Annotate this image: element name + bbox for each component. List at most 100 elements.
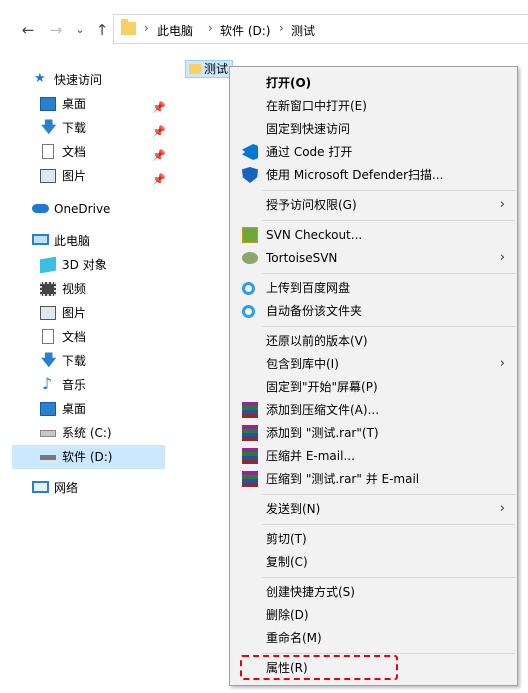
desktop-icon [40,402,56,416]
sidebar-item-documents-pc[interactable]: 文档 [12,325,165,349]
menu-item-compress-email[interactable]: 压缩并 E-mail... [232,445,515,467]
menu-item-compress-rar-email[interactable]: 压缩到 "测试.rar" 并 E-mail [232,468,515,490]
desktop-icon [40,97,56,111]
menu-item-copy[interactable]: 复制(C) [232,551,515,573]
menu-item-delete[interactable]: 删除(D) [232,604,515,626]
menu-item-label: 重命名(M) [266,631,322,645]
sidebar-item-label: 音乐 [62,378,87,392]
menu-item-label: 添加到 "测试.rar"(T) [266,426,379,440]
navigation-pane: ★ 快速访问 桌面 📌 🡇 下载 📌 文档 📌 图片 📌 OneDrive 此电… [0,60,168,693]
sidebar-item-drive-d[interactable]: 软件 (D:) [12,445,165,469]
sidebar-item-label: 3D 对象 [62,258,107,272]
submenu-arrow-icon: › [499,197,505,212]
menu-item-label: 固定到快速访问 [266,122,351,136]
pictures-icon [40,306,56,320]
sidebar-item-quick-access[interactable]: ★ 快速访问 [12,68,165,92]
menu-item-auto-backup[interactable]: 自动备份该文件夹 [232,300,515,322]
computer-icon [32,234,49,245]
breadcrumb-separator: › [279,21,284,35]
menu-item-label: 打开(O) [266,76,312,90]
sidebar-item-label: 快速访问 [54,73,103,87]
menu-item-pin-to-start[interactable]: 固定到"开始"屏幕(P) [232,376,515,398]
sidebar-item-label: 此电脑 [54,234,91,248]
menu-item-rename[interactable]: 重命名(M) [232,627,515,649]
folder-item[interactable]: 测试 [185,60,233,78]
sidebar-item-network[interactable]: 网络 [12,476,165,500]
sidebar-item-label: 桌面 [62,97,87,111]
sidebar-item-label: 文档 [62,145,87,159]
sidebar-item-pictures-pc[interactable]: 图片 [12,301,165,325]
sidebar-item-downloads[interactable]: 🡇 下载 📌 [12,116,166,140]
winrar-icon [242,402,258,418]
menu-separator [262,273,515,274]
cube-icon [40,256,56,274]
sidebar-item-desktop[interactable]: 桌面 📌 [12,92,166,116]
network-icon [32,481,49,493]
menu-separator [262,524,515,525]
folder-icon [189,64,201,74]
menu-item-pin-quick-access[interactable]: 固定到快速访问 [232,118,515,140]
menu-item-upload-baidu[interactable]: 上传到百度网盘 [232,277,515,299]
menu-item-label: 复制(C) [266,555,308,569]
vscode-icon [242,144,258,160]
sidebar-item-music[interactable]: ♪ 音乐 [12,373,165,397]
menu-item-label: 在新窗口中打开(E) [266,99,367,113]
context-menu: 打开(O) 在新窗口中打开(E) 固定到快速访问 通过 Code 打开 使用 M… [229,66,518,686]
menu-item-label: 使用 Microsoft Defender扫描... [266,168,444,182]
menu-separator [262,190,515,191]
menu-item-label: 自动备份该文件夹 [266,304,363,318]
sidebar-item-downloads-pc[interactable]: 🡇 下载 [12,349,165,373]
menu-item-label: 删除(D) [266,608,309,622]
menu-item-label: 包含到库中(I) [266,357,339,371]
sidebar-item-label: 下载 [62,354,87,368]
menu-item-defender-scan[interactable]: 使用 Microsoft Defender扫描... [232,164,515,186]
menu-item-add-to-archive[interactable]: 添加到压缩文件(A)... [232,399,515,421]
up-arrow-icon[interactable]: ↑ [92,19,112,41]
menu-item-give-access[interactable]: 授予访问权限(G) › [232,194,515,216]
sidebar-item-onedrive[interactable]: OneDrive [12,197,165,221]
menu-item-open[interactable]: 打开(O) [232,72,515,94]
submenu-arrow-icon: › [499,356,505,371]
breadcrumb-separator: › [144,21,149,35]
back-arrow-icon[interactable]: ← [18,19,38,41]
menu-item-open-new-window[interactable]: 在新窗口中打开(E) [232,95,515,117]
sidebar-item-label: 下载 [62,121,87,135]
sidebar-item-videos[interactable]: 视频 [12,277,165,301]
menu-item-label: TortoiseSVN [266,251,338,265]
sidebar-item-3d-objects[interactable]: 3D 对象 [12,253,165,277]
cloud-icon [32,204,49,213]
winrar-icon [242,471,258,487]
menu-item-cut[interactable]: 剪切(T) [232,528,515,550]
menu-item-add-to-rar[interactable]: 添加到 "测试.rar"(T) [232,422,515,444]
breadcrumb-separator: › [208,21,213,35]
sidebar-item-label: 桌面 [62,402,87,416]
menu-item-restore-versions[interactable]: 还原以前的版本(V) [232,330,515,352]
breadcrumb-drive-d[interactable]: 软件 (D:) [220,22,270,39]
sidebar-item-pictures[interactable]: 图片 📌 [12,164,166,188]
document-icon [42,329,54,344]
menu-item-send-to[interactable]: 发送到(N) › [232,498,515,520]
address-bar[interactable]: › 此电脑 › 软件 (D:) › 测试 [113,14,528,44]
menu-item-tortoisesvn[interactable]: TortoiseSVN › [232,247,515,269]
tortoise-icon [242,252,258,264]
pin-icon: 📌 [152,173,166,186]
menu-item-label: 通过 Code 打开 [266,145,353,159]
shield-icon [242,167,258,183]
sidebar-item-desktop-pc[interactable]: 桌面 [12,397,165,421]
recent-locations-dropdown-icon[interactable]: ⌄ [70,19,90,41]
menu-item-svn-checkout[interactable]: SVN Checkout... [232,224,515,246]
menu-separator [262,220,515,221]
forward-arrow-icon[interactable]: → [46,19,66,41]
sidebar-item-this-pc[interactable]: 此电脑 [12,229,165,253]
menu-separator [262,577,515,578]
menu-item-include-in-library[interactable]: 包含到库中(I) › [232,353,515,375]
menu-item-create-shortcut[interactable]: 创建快捷方式(S) [232,581,515,603]
sidebar-item-documents[interactable]: 文档 📌 [12,140,166,164]
winrar-icon [242,448,258,464]
submenu-arrow-icon: › [499,501,505,516]
sidebar-item-drive-c[interactable]: 系统 (C:) [12,421,165,445]
music-note-icon: ♪ [42,374,53,393]
breadcrumb-current-folder[interactable]: 测试 [291,22,315,39]
breadcrumb-this-pc[interactable]: 此电脑 [157,22,193,39]
menu-item-open-with-code[interactable]: 通过 Code 打开 [232,141,515,163]
